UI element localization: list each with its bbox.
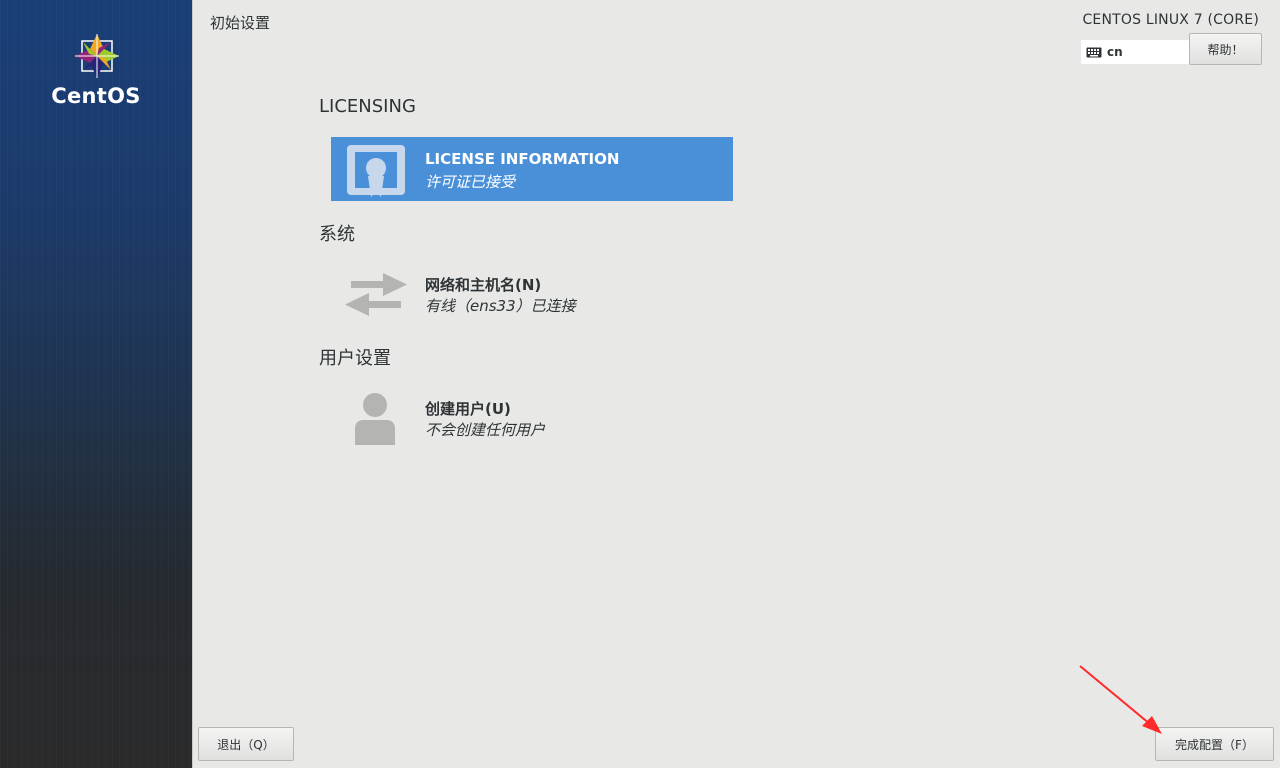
spoke-network-title: 网络和主机名(N) — [425, 276, 542, 294]
sidebar-texture — [0, 0, 192, 768]
initial-setup-window: CentOS 初始设置 CENTOS LINUX 7 (CORE) cn 帮助！… — [0, 0, 1280, 768]
section-heading-user-settings: 用户设置 — [319, 348, 391, 369]
quit-button[interactable]: 退出（Q） — [198, 727, 294, 761]
centos-logo-text: CentOS — [51, 84, 141, 108]
keyboard-layout-indicator[interactable]: cn — [1081, 40, 1191, 64]
spoke-create-user[interactable]: 创建用户(U) 不会创建任何用户 — [331, 385, 733, 449]
sidebar-divider — [192, 0, 193, 768]
finish-configuration-button[interactable]: 完成配置（F） — [1155, 727, 1274, 761]
spoke-user-title: 创建用户(U) — [425, 400, 511, 418]
keyboard-layout-label: cn — [1107, 45, 1123, 59]
spoke-user-status: 不会创建任何用户 — [425, 421, 546, 439]
sidebar: CentOS — [0, 0, 192, 768]
section-heading-system: 系统 — [319, 224, 355, 245]
network-arrows-icon — [345, 273, 407, 316]
spoke-license-status: 许可证已接受 — [425, 173, 516, 191]
keyboard-icon — [1086, 47, 1102, 57]
page-title: 初始设置 — [210, 14, 271, 32]
spoke-license-title: LICENSE INFORMATION — [425, 150, 620, 168]
centos-logo-icon — [75, 34, 119, 78]
section-heading-licensing: LICENSING — [319, 96, 416, 117]
license-certificate-icon — [347, 145, 405, 197]
spoke-license-information[interactable]: LICENSE INFORMATION 许可证已接受 — [331, 137, 733, 201]
user-icon — [355, 393, 395, 445]
product-name: CENTOS LINUX 7 (CORE) — [1082, 12, 1259, 28]
spoke-network-hostname[interactable]: 网络和主机名(N) 有线（ens33）已连接 — [331, 261, 733, 325]
annotation-arrow-icon — [1079, 665, 1162, 734]
spoke-network-status: 有线（ens33）已连接 — [425, 297, 576, 315]
help-button[interactable]: 帮助！ — [1189, 33, 1262, 65]
